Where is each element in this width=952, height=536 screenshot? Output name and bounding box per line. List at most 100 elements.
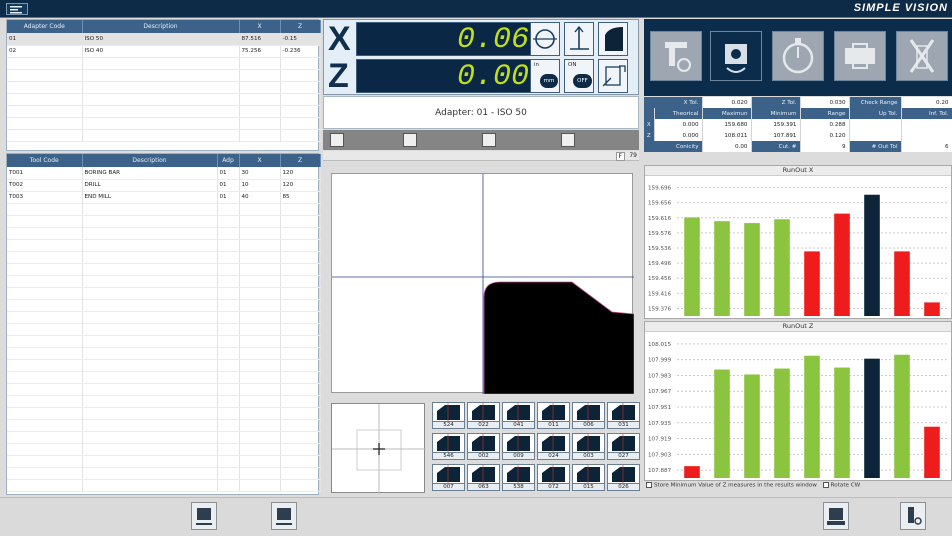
y-tick-label: 107.919	[648, 437, 672, 443]
tool-thumbnail[interactable]: 006	[572, 402, 605, 429]
runout-bar	[804, 251, 820, 316]
print-report-icon[interactable]	[823, 502, 849, 530]
tool-table: Tool Code Description Adp X Z T001 BORING…	[6, 153, 321, 495]
tool-row[interactable]: T001 BORING BAR 01 30 120	[7, 167, 321, 180]
cancel-tool-icon[interactable]	[896, 31, 948, 81]
tool-thumbnail[interactable]: 063	[467, 464, 500, 491]
menu-icon[interactable]	[6, 3, 28, 15]
runout-x-chart: RunOut X 159.696 159.656 159.616 159.576 159…	[644, 165, 952, 319]
col-adapter-code[interactable]: Adapter Code	[7, 20, 83, 33]
y-tick-label: 107.935	[648, 421, 672, 427]
x-axis-label: X	[328, 20, 351, 58]
col-z[interactable]: Z	[280, 20, 321, 33]
view-2-icon[interactable]	[403, 133, 417, 147]
tool-thumbnail[interactable]: 015	[572, 464, 605, 491]
tool-thumbnail[interactable]: 546	[432, 433, 465, 460]
rotate-cw-checkbox[interactable]	[822, 482, 829, 488]
machine-icon[interactable]	[834, 31, 886, 81]
store-min-label: Store Minimum Value of Z measures in the…	[654, 482, 817, 489]
x-value-display: 0.068	[356, 22, 556, 57]
z-tol-field[interactable]: 0.030	[800, 97, 850, 108]
col-description[interactable]: Description	[82, 154, 218, 167]
settings-tool-icon[interactable]	[900, 502, 926, 530]
tool-thumbnail[interactable]: 538	[502, 464, 535, 491]
empty-row	[7, 275, 321, 288]
adapter-row[interactable]: 01 ISO 50 87.516 -0.15	[7, 33, 321, 46]
out-tol-label: # Out Tol	[849, 141, 902, 152]
store-min-checkbox[interactable]	[646, 482, 652, 488]
tool-thumbnail[interactable]: 011	[537, 402, 570, 429]
bottom-toolbar	[0, 497, 952, 536]
cut-label: Cut. #	[751, 141, 801, 152]
tool-thumbnail[interactable]: 031	[607, 402, 640, 429]
empty-row	[7, 431, 321, 444]
tolerance-table: X Tol. 0.020 Z Tol. 0.030 Check Range 0.…	[644, 97, 952, 152]
col-z[interactable]: Z	[280, 154, 321, 167]
tool-code-label: 041	[503, 421, 534, 428]
tool-thumbnail[interactable]: 072	[537, 464, 570, 491]
tool-thumbnail[interactable]: 007	[432, 464, 465, 491]
spindle-tool-icon[interactable]	[710, 31, 762, 81]
empty-row	[7, 105, 321, 118]
runout-bar	[744, 374, 760, 478]
f-label: F	[615, 152, 625, 161]
tool-thumbnail[interactable]: 009	[502, 433, 535, 460]
runout-bar	[924, 302, 940, 316]
on-off-toggle-button[interactable]: ON OFF	[564, 59, 594, 93]
y-tick-label: 107.983	[648, 373, 672, 379]
col-x[interactable]: X	[239, 20, 281, 33]
tool-profile-view[interactable]	[331, 173, 635, 395]
diameter-icon[interactable]	[530, 22, 560, 56]
empty-row	[7, 57, 321, 70]
caliper-icon[interactable]	[650, 31, 702, 81]
tool-thumbnail[interactable]: 022	[467, 402, 500, 429]
empty-row	[7, 287, 321, 300]
tool-thumbnail[interactable]: 003	[572, 433, 605, 460]
empty-row	[7, 467, 321, 480]
tool-thumbnail[interactable]: 027	[607, 433, 640, 460]
tool-thumbnail[interactable]: 024	[537, 433, 570, 460]
tool-code-label: 002	[468, 452, 499, 459]
f-value: 79	[629, 152, 637, 159]
zero-reference-icon[interactable]	[564, 22, 594, 56]
tool-row[interactable]: T002 DRILL 01 10 120	[7, 179, 321, 192]
view-1-icon[interactable]	[330, 133, 344, 147]
empty-row	[7, 323, 321, 336]
col-description[interactable]: Description	[82, 20, 240, 33]
col-x[interactable]: X	[239, 154, 281, 167]
tool-code-label: 007	[433, 483, 464, 490]
timer-icon[interactable]	[772, 31, 824, 81]
tool-thumbnail[interactable]: 041	[502, 402, 535, 429]
runout-bar	[804, 355, 820, 478]
tool-code-label: 063	[468, 483, 499, 490]
empty-row	[7, 359, 321, 372]
tool-code-label: 538	[503, 483, 534, 490]
z-tol-label: Z Tol.	[751, 97, 801, 108]
col-tool-code[interactable]: Tool Code	[7, 154, 83, 167]
adapter-row[interactable]: 02 ISO 40 75.256 -0.236	[7, 45, 321, 58]
tool-measure-icon[interactable]	[271, 502, 297, 530]
tool-thumbnail[interactable]: 002	[467, 433, 500, 460]
tool-row[interactable]: T003 END MILL 01 40 85	[7, 191, 321, 204]
tool-thumbnail[interactable]: 026	[607, 464, 640, 491]
tool-setup-icon[interactable]	[191, 502, 217, 530]
check-range-field[interactable]: 0.20	[901, 97, 952, 108]
empty-row	[7, 479, 321, 492]
title-bar: SIMPLE VISION	[0, 0, 952, 18]
view-toolbar	[323, 130, 639, 150]
col-adp[interactable]: Adp	[217, 154, 240, 167]
unit-toggle-button[interactable]: in mm	[530, 59, 560, 93]
tool-profile-icon[interactable]	[598, 22, 628, 56]
empty-row	[7, 299, 321, 312]
tool-thumbnail[interactable]: 524	[432, 402, 465, 429]
y-tick-label: 159.576	[648, 231, 672, 237]
crosshair-preview	[331, 403, 426, 494]
orientation-icon[interactable]	[598, 59, 628, 93]
view-3-icon[interactable]	[482, 133, 496, 147]
runout-bar	[834, 213, 850, 316]
y-tick-label: 107.887	[648, 468, 672, 474]
y-tick-label: 107.951	[648, 405, 672, 411]
out-tol-value: 6	[901, 141, 952, 152]
x-tol-field[interactable]: 0.020	[702, 97, 752, 108]
view-4-icon[interactable]	[561, 133, 575, 147]
